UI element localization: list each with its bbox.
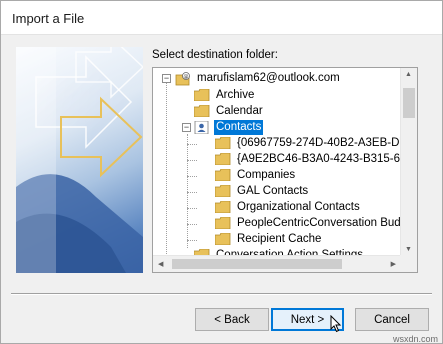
folder-icon: [214, 232, 231, 246]
tree-connector: [187, 208, 197, 209]
tree-item-label: Calendar: [216, 104, 263, 117]
separator: [11, 293, 432, 295]
select-destination-label: Select destination folder:: [152, 49, 278, 61]
tree-item-peoplecentric[interactable]: PeopleCentricConversation Budd: [214, 215, 409, 231]
tree-item-companies[interactable]: Companies: [214, 167, 297, 183]
tree-item-archive[interactable]: Archive: [193, 87, 256, 103]
tree-connector: [187, 144, 197, 145]
tree-item-calendar[interactable]: Calendar: [193, 103, 265, 119]
tree-item-label: PeopleCentricConversation Budd: [237, 216, 408, 229]
scroll-up-icon[interactable]: ▲: [405, 71, 412, 78]
vertical-scrollbar[interactable]: ▲ ▼: [400, 68, 417, 256]
horizontal-scroll-thumb[interactable]: [172, 259, 342, 269]
tree-item-label: marufislam62@outlook.com: [197, 71, 340, 84]
tree-item-label: GAL Contacts: [237, 184, 309, 197]
tree-connector: [187, 240, 197, 241]
tree-item-label: {06967759-274D-40B2-A3EB-D7F9: [237, 136, 418, 149]
collapse-toggle[interactable]: −: [162, 74, 171, 83]
tree-connector: [187, 224, 197, 225]
scroll-down-icon[interactable]: ▼: [405, 246, 412, 253]
folder-icon: [214, 184, 231, 198]
folder-icon: [214, 152, 231, 166]
mouse-cursor-icon: [330, 315, 342, 333]
folder-tree[interactable]: − @ marufislam62@outlook.com Archive Cal…: [152, 67, 418, 273]
tree-connector: [187, 176, 197, 177]
tree-item-organizational-contacts[interactable]: Organizational Contacts: [214, 199, 362, 215]
tree-item-guid-1[interactable]: {06967759-274D-40B2-A3EB-D7F9: [214, 135, 418, 151]
tree-item-label: {A9E2BC46-B3A0-4243-B315-60D9: [237, 152, 418, 165]
tree-item-contacts[interactable]: Contacts: [194, 119, 264, 135]
folder-icon: [214, 200, 231, 214]
scroll-left-icon[interactable]: ◀: [158, 260, 163, 268]
folder-icon: [214, 216, 231, 230]
tree-item-recipient-cache[interactable]: Recipient Cache: [214, 231, 323, 247]
scrollbar-corner: [400, 255, 417, 272]
calendar-folder-icon: [193, 104, 210, 118]
folder-icon: [214, 168, 231, 182]
tree-item-gal-contacts[interactable]: GAL Contacts: [214, 183, 310, 199]
tree-item-label: Organizational Contacts: [237, 200, 360, 213]
wizard-illustration: [16, 47, 143, 273]
svg-text:@: @: [184, 74, 189, 80]
tree-item-label: Recipient Cache: [237, 232, 322, 245]
scroll-right-icon[interactable]: ▶: [391, 260, 396, 268]
title-bar[interactable]: Import a File: [1, 1, 442, 35]
watermark: wsxdn.com: [393, 334, 439, 344]
import-file-dialog: Import a File Select destination folder:: [0, 0, 443, 344]
folder-icon: [193, 88, 210, 102]
tree-connector: [187, 134, 188, 248]
window-title: Import a File: [12, 11, 85, 26]
contacts-folder-icon: [194, 120, 210, 135]
cancel-button[interactable]: Cancel: [355, 308, 429, 331]
collapse-toggle[interactable]: −: [182, 123, 191, 132]
tree-item-guid-2[interactable]: {A9E2BC46-B3A0-4243-B315-60D9: [214, 151, 418, 167]
tree-item-root[interactable]: @ marufislam62@outlook.com: [175, 70, 342, 86]
tree-connector: [166, 82, 167, 254]
tree-connector: [187, 160, 197, 161]
tree-item-label: Contacts: [214, 119, 264, 135]
tree-item-label: Companies: [237, 168, 296, 181]
vertical-scroll-thumb[interactable]: [403, 88, 415, 118]
mailbox-icon: @: [175, 72, 191, 86]
horizontal-scrollbar[interactable]: ◀ ▶: [153, 255, 401, 272]
folder-icon: [214, 136, 231, 150]
back-button[interactable]: < Back: [195, 308, 269, 331]
tree-connector: [187, 192, 197, 193]
tree-item-label: Archive: [216, 88, 255, 101]
